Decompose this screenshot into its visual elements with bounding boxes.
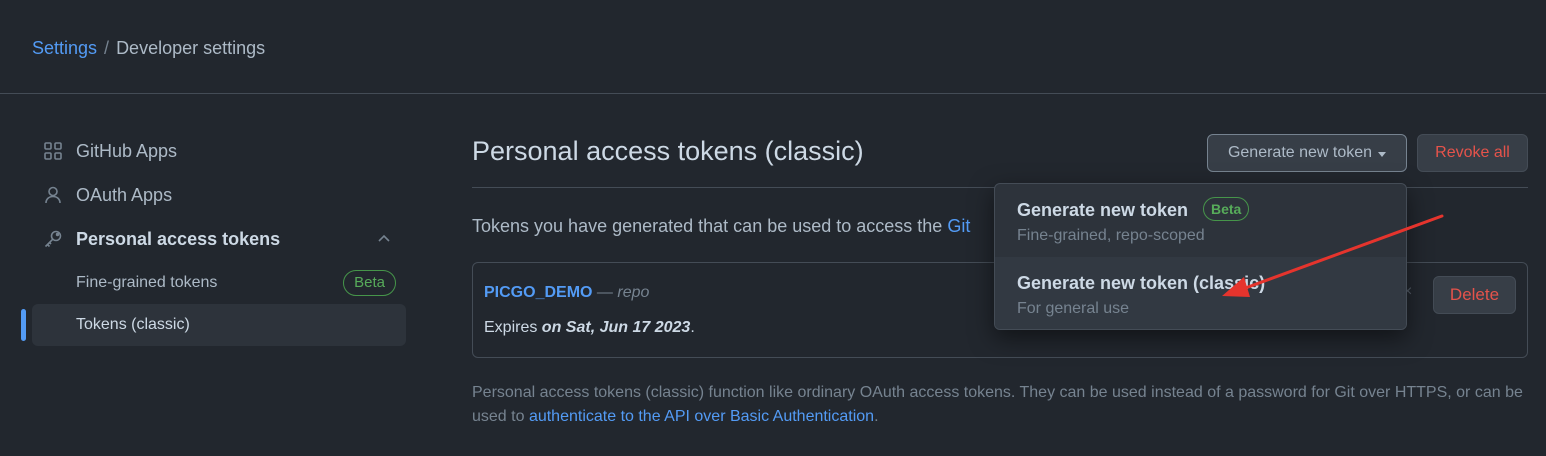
sidebar-item-label: OAuth Apps [76, 184, 173, 205]
sidebar-item-personal-access-tokens[interactable]: Personal access tokens [32, 219, 406, 259]
generate-button-label: Generate new token [1227, 144, 1373, 161]
apps-grid-icon [42, 140, 64, 162]
sidebar-item-oauth-apps[interactable]: OAuth Apps [32, 175, 406, 215]
menu-item-generate-classic[interactable]: Generate new token (classic) For general… [995, 257, 1406, 329]
token-expiration: Expires on Sat, Jun 17 2023. [484, 318, 695, 338]
page-title: Personal access tokens (classic) [472, 136, 864, 166]
sidebar: GitHub Apps OAuth Apps Personal access t… [0, 95, 420, 456]
expires-date: on Sat, Jun 17 2023 [541, 319, 691, 336]
beta-badge: Beta [343, 270, 396, 296]
breadcrumb-settings-link[interactable]: Settings [32, 38, 97, 58]
menu-item-generate-fine-grained[interactable]: Generate new token Beta Fine-grained, re… [995, 184, 1406, 257]
menu-item-description: For general use [1017, 300, 1130, 317]
breadcrumb: Settings / Developer settings [32, 37, 265, 59]
sidebar-item-github-apps[interactable]: GitHub Apps [32, 131, 406, 171]
intro-text: Tokens you have generated that can be us… [472, 214, 970, 238]
person-icon [42, 184, 64, 206]
footnote: Personal access tokens (classic) functio… [472, 381, 1532, 429]
sidebar-subitem-label: Fine-grained tokens [76, 274, 218, 291]
delete-token-button[interactable]: Delete [1433, 276, 1516, 314]
caret-down-icon [1378, 151, 1387, 157]
breadcrumb-current: Developer settings [116, 38, 266, 58]
token-name-row: PICGO_DEMO — repo [484, 283, 649, 303]
token-name-link[interactable]: PICGO_DEMO [484, 284, 592, 301]
intro-link[interactable]: Git [947, 216, 970, 236]
generate-new-token-button[interactable]: Generate new token [1207, 134, 1407, 172]
breadcrumb-separator: / [104, 38, 110, 58]
token-scope: repo [617, 284, 650, 301]
sidebar-item-label: Personal access tokens [76, 228, 281, 249]
menu-item-description: Fine-grained, repo-scoped [1017, 227, 1205, 244]
sidebar-subitem-tokens-classic[interactable]: Tokens (classic) [32, 304, 406, 346]
generate-token-dropdown: Generate new token Beta Fine-grained, re… [994, 183, 1407, 330]
page-header: Settings / Developer settings [0, 0, 1546, 94]
expires-suffix: . [690, 319, 695, 336]
sidebar-subitem-fine-grained-tokens[interactable]: Fine-grained tokens Beta [32, 262, 406, 304]
basic-auth-link[interactable]: authenticate to the API over Basic Authe… [529, 408, 874, 425]
sidebar-subitem-label: Tokens (classic) [76, 316, 190, 333]
key-icon [42, 228, 64, 250]
beta-badge: Beta [1203, 197, 1250, 221]
sidebar-item-label: GitHub Apps [76, 140, 178, 161]
selected-indicator [21, 309, 26, 341]
expires-prefix: Expires [484, 319, 542, 336]
footnote-end: . [874, 408, 879, 425]
intro-text-body: Tokens you have generated that can be us… [472, 216, 948, 236]
menu-item-title: Generate new token (classic) [1017, 273, 1266, 293]
token-dash: — [592, 284, 618, 301]
menu-item-title: Generate new token [1017, 200, 1189, 220]
chevron-up-icon[interactable] [376, 230, 392, 246]
revoke-all-button[interactable]: Revoke all [1417, 134, 1528, 172]
